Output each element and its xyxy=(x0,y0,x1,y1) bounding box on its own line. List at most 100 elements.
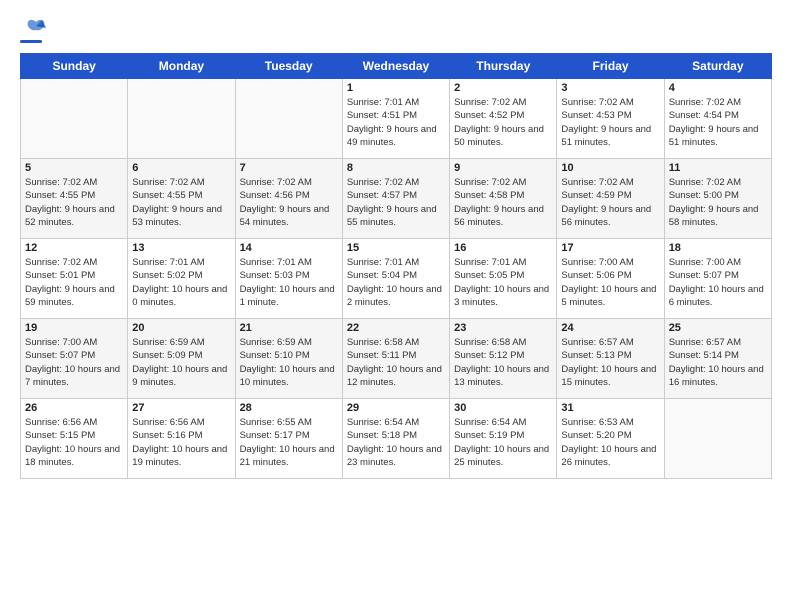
day-number: 31 xyxy=(561,402,659,414)
calendar-cell: 16Sunrise: 7:01 AMSunset: 5:05 PMDayligh… xyxy=(450,239,557,319)
page: SundayMondayTuesdayWednesdayThursdayFrid… xyxy=(0,0,792,489)
day-number: 8 xyxy=(347,162,445,174)
day-info: Sunrise: 6:57 AMSunset: 5:14 PMDaylight:… xyxy=(669,336,767,389)
day-info: Sunrise: 6:55 AMSunset: 5:17 PMDaylight:… xyxy=(240,416,338,469)
day-number: 6 xyxy=(132,162,230,174)
calendar-cell: 18 Sunrise: 7:00 AMSunset: 5:07 PMDayligh… xyxy=(664,239,771,319)
calendar-cell: 27Sunrise: 6:56 AMSunset: 5:16 PMDayligh… xyxy=(128,399,235,479)
weekday-header: Wednesday xyxy=(342,54,449,79)
day-info: Sunrise: 6:53 AMSunset: 5:20 PMDaylight:… xyxy=(561,416,659,469)
calendar-cell: 19 Sunrise: 7:00 AMSunset: 5:07 PMDayligh… xyxy=(21,319,128,399)
calendar-cell: 21 Sunrise: 6:59 AMSunset: 5:10 PMDayligh… xyxy=(235,319,342,399)
day-info: Sunrise: 6:57 AMSunset: 5:13 PMDaylight:… xyxy=(561,336,659,389)
day-number: 21 xyxy=(240,322,338,334)
calendar-body: 1 Sunrise: 7:01 AMSunset: 4:51 PMDaylight… xyxy=(21,79,772,479)
day-info: Sunrise: 7:01 AMSunset: 5:03 PMDaylight:… xyxy=(240,256,338,309)
day-number: 5 xyxy=(25,162,123,174)
day-info: Sunrise: 7:02 AMSunset: 4:59 PMDaylight:… xyxy=(561,176,659,229)
calendar-cell: 17 Sunrise: 7:00 AMSunset: 5:06 PMDayligh… xyxy=(557,239,664,319)
calendar-cell: 11 Sunrise: 7:02 AMSunset: 5:00 PMDayligh… xyxy=(664,159,771,239)
day-info: Sunrise: 7:02 AMSunset: 4:56 PMDaylight:… xyxy=(240,176,338,229)
calendar-cell: 20Sunrise: 6:59 AMSunset: 5:09 PMDayligh… xyxy=(128,319,235,399)
day-number: 27 xyxy=(132,402,230,414)
weekday-header: Sunday xyxy=(21,54,128,79)
weekday-header: Tuesday xyxy=(235,54,342,79)
day-info: Sunrise: 6:54 AMSunset: 5:18 PMDaylight:… xyxy=(347,416,445,469)
day-info: Sunrise: 6:59 AMSunset: 5:10 PMDaylight:… xyxy=(240,336,338,389)
calendar-cell: 23 Sunrise: 6:58 AMSunset: 5:12 PMDayligh… xyxy=(450,319,557,399)
logo xyxy=(20,16,50,43)
day-info: Sunrise: 6:58 AMSunset: 5:11 PMDaylight:… xyxy=(347,336,445,389)
calendar-cell xyxy=(21,79,128,159)
calendar-cell: 10 Sunrise: 7:02 AMSunset: 4:59 PMDayligh… xyxy=(557,159,664,239)
day-number: 16 xyxy=(454,242,552,254)
day-info: Sunrise: 7:00 AMSunset: 5:07 PMDaylight:… xyxy=(669,256,767,309)
day-number: 29 xyxy=(347,402,445,414)
day-number: 18 xyxy=(669,242,767,254)
calendar-cell: 1 Sunrise: 7:01 AMSunset: 4:51 PMDaylight… xyxy=(342,79,449,159)
day-number: 3 xyxy=(561,82,659,94)
calendar-cell: 13Sunrise: 7:01 AMSunset: 5:02 PMDayligh… xyxy=(128,239,235,319)
day-info: Sunrise: 7:02 AMSunset: 5:00 PMDaylight:… xyxy=(669,176,767,229)
day-info: Sunrise: 7:02 AMSunset: 4:55 PMDaylight:… xyxy=(132,176,230,229)
day-info: Sunrise: 6:56 AMSunset: 5:15 PMDaylight:… xyxy=(25,416,123,469)
day-info: Sunrise: 7:02 AMSunset: 4:57 PMDaylight:… xyxy=(347,176,445,229)
day-info: Sunrise: 7:01 AMSunset: 5:04 PMDaylight:… xyxy=(347,256,445,309)
calendar-cell: 29 Sunrise: 6:54 AMSunset: 5:18 PMDayligh… xyxy=(342,399,449,479)
calendar-cell: 24Sunrise: 6:57 AMSunset: 5:13 PMDayligh… xyxy=(557,319,664,399)
calendar-cell: 9 Sunrise: 7:02 AMSunset: 4:58 PMDaylight… xyxy=(450,159,557,239)
calendar-cell: 12Sunrise: 7:02 AMSunset: 5:01 PMDayligh… xyxy=(21,239,128,319)
day-info: Sunrise: 7:00 AMSunset: 5:06 PMDaylight:… xyxy=(561,256,659,309)
calendar-header: SundayMondayTuesdayWednesdayThursdayFrid… xyxy=(21,54,772,79)
header xyxy=(20,16,772,43)
day-info: Sunrise: 7:00 AMSunset: 5:07 PMDaylight:… xyxy=(25,336,123,389)
day-number: 25 xyxy=(669,322,767,334)
day-number: 14 xyxy=(240,242,338,254)
day-number: 7 xyxy=(240,162,338,174)
day-number: 26 xyxy=(25,402,123,414)
day-number: 28 xyxy=(240,402,338,414)
calendar-cell: 25 Sunrise: 6:57 AMSunset: 5:14 PMDayligh… xyxy=(664,319,771,399)
calendar-cell xyxy=(664,399,771,479)
day-info: Sunrise: 7:02 AMSunset: 4:55 PMDaylight:… xyxy=(25,176,123,229)
day-number: 10 xyxy=(561,162,659,174)
day-number: 11 xyxy=(669,162,767,174)
calendar-cell: 5 Sunrise: 7:02 AMSunset: 4:55 PMDaylight… xyxy=(21,159,128,239)
header-row: SundayMondayTuesdayWednesdayThursdayFrid… xyxy=(21,54,772,79)
day-number: 9 xyxy=(454,162,552,174)
day-number: 15 xyxy=(347,242,445,254)
calendar-cell: 4Sunrise: 7:02 AMSunset: 4:54 PMDaylight… xyxy=(664,79,771,159)
day-number: 13 xyxy=(132,242,230,254)
day-number: 30 xyxy=(454,402,552,414)
calendar-cell: 30 Sunrise: 6:54 AMSunset: 5:19 PMDayligh… xyxy=(450,399,557,479)
calendar-week-row: 19 Sunrise: 7:00 AMSunset: 5:07 PMDayligh… xyxy=(21,319,772,399)
day-number: 19 xyxy=(25,322,123,334)
day-info: Sunrise: 6:59 AMSunset: 5:09 PMDaylight:… xyxy=(132,336,230,389)
calendar-week-row: 5 Sunrise: 7:02 AMSunset: 4:55 PMDaylight… xyxy=(21,159,772,239)
calendar-week-row: 12Sunrise: 7:02 AMSunset: 5:01 PMDayligh… xyxy=(21,239,772,319)
calendar-cell: 22 Sunrise: 6:58 AMSunset: 5:11 PMDayligh… xyxy=(342,319,449,399)
day-info: Sunrise: 7:02 AMSunset: 4:53 PMDaylight:… xyxy=(561,96,659,149)
day-info: Sunrise: 6:58 AMSunset: 5:12 PMDaylight:… xyxy=(454,336,552,389)
day-number: 17 xyxy=(561,242,659,254)
calendar-cell: 15 Sunrise: 7:01 AMSunset: 5:04 PMDayligh… xyxy=(342,239,449,319)
weekday-header: Monday xyxy=(128,54,235,79)
calendar-cell: 8 Sunrise: 7:02 AMSunset: 4:57 PMDaylight… xyxy=(342,159,449,239)
day-info: Sunrise: 7:02 AMSunset: 4:58 PMDaylight:… xyxy=(454,176,552,229)
calendar-cell xyxy=(128,79,235,159)
calendar-cell: 31 Sunrise: 6:53 AMSunset: 5:20 PMDayligh… xyxy=(557,399,664,479)
day-number: 23 xyxy=(454,322,552,334)
calendar-cell: 7 Sunrise: 7:02 AMSunset: 4:56 PMDaylight… xyxy=(235,159,342,239)
weekday-header: Thursday xyxy=(450,54,557,79)
day-info: Sunrise: 7:01 AMSunset: 4:51 PMDaylight:… xyxy=(347,96,445,149)
day-number: 1 xyxy=(347,82,445,94)
day-number: 22 xyxy=(347,322,445,334)
day-info: Sunrise: 7:02 AMSunset: 4:54 PMDaylight:… xyxy=(669,96,767,149)
calendar-cell: 28 Sunrise: 6:55 AMSunset: 5:17 PMDayligh… xyxy=(235,399,342,479)
day-info: Sunrise: 7:02 AMSunset: 4:52 PMDaylight:… xyxy=(454,96,552,149)
calendar-cell xyxy=(235,79,342,159)
weekday-header: Saturday xyxy=(664,54,771,79)
calendar-week-row: 1 Sunrise: 7:01 AMSunset: 4:51 PMDaylight… xyxy=(21,79,772,159)
day-number: 2 xyxy=(454,82,552,94)
day-info: Sunrise: 6:54 AMSunset: 5:19 PMDaylight:… xyxy=(454,416,552,469)
